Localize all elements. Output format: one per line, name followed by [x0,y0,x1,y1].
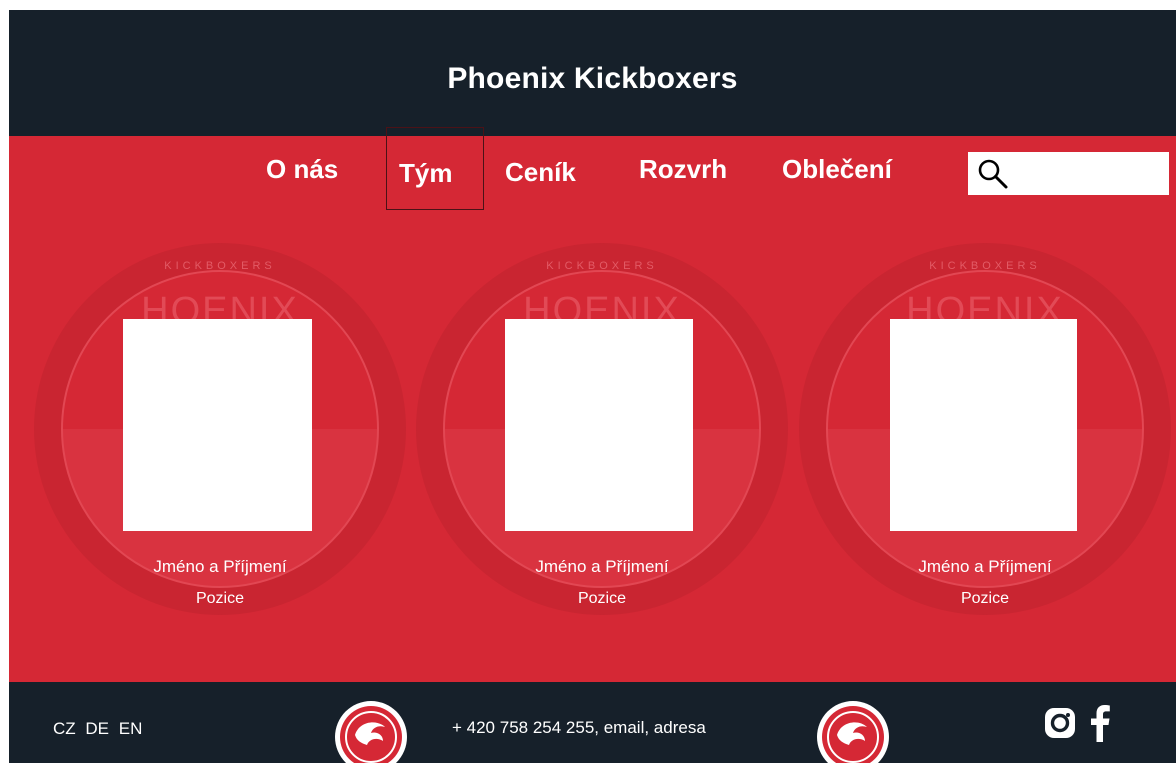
nav-item-tym[interactable]: Tým [386,127,484,210]
team-member-card: KICKBOXERS HOENIX Jméno a Příjmení Pozic… [414,241,790,621]
site-title: Phoenix Kickboxers [447,62,738,95]
member-name: Jméno a Příjmení [153,557,287,576]
instagram-icon[interactable] [1043,706,1077,740]
team-member-card: KICKBOXERS HOENIX Jméno a Příjmení Pozic… [797,241,1173,621]
language-cz[interactable]: CZ [53,719,76,738]
phoenix-logo-icon [817,701,889,763]
member-name: Jméno a Příjmení [918,557,1052,576]
member-name: Jméno a Příjmení [535,557,669,576]
emblem-top-text: KICKBOXERS [164,260,276,272]
site-header: Phoenix Kickboxers [9,10,1176,136]
nav-item-o-nas[interactable]: O nás [266,154,338,185]
language-en[interactable]: EN [119,719,143,738]
nav-item-rozvrh[interactable]: Rozvrh [639,154,727,185]
emblem-top-text: KICKBOXERS [929,260,1041,272]
team-section: O nás Tým Ceník Rozvrh Oblečení KICKBOXE… [9,127,1176,682]
member-role: Pozice [195,590,245,607]
facebook-icon[interactable] [1089,704,1111,742]
nav-item-cenik[interactable]: Ceník [505,157,576,188]
member-role: Pozice [960,590,1010,607]
emblem-top-text: KICKBOXERS [546,260,658,272]
main-nav: O nás Tým Ceník Rozvrh Oblečení [9,127,1176,216]
nav-item-obleceni[interactable]: Oblečení [782,154,892,185]
member-photo [123,319,312,531]
language-de[interactable]: DE [85,719,109,738]
member-photo [505,319,693,531]
site-footer: CZ DE EN + 420 758 254 255, email, adres… [9,682,1176,763]
member-photo [890,319,1077,531]
language-switcher: CZ DE EN [53,719,147,739]
member-role: Pozice [577,590,627,607]
search-input[interactable] [968,152,1169,195]
search-icon [978,159,1008,189]
phoenix-logo-icon [335,701,407,763]
contact-info: + 420 758 254 255, email, adresa [452,718,706,737]
team-member-card: KICKBOXERS HOENIX Jméno a Příjmení Pozic… [32,241,408,621]
